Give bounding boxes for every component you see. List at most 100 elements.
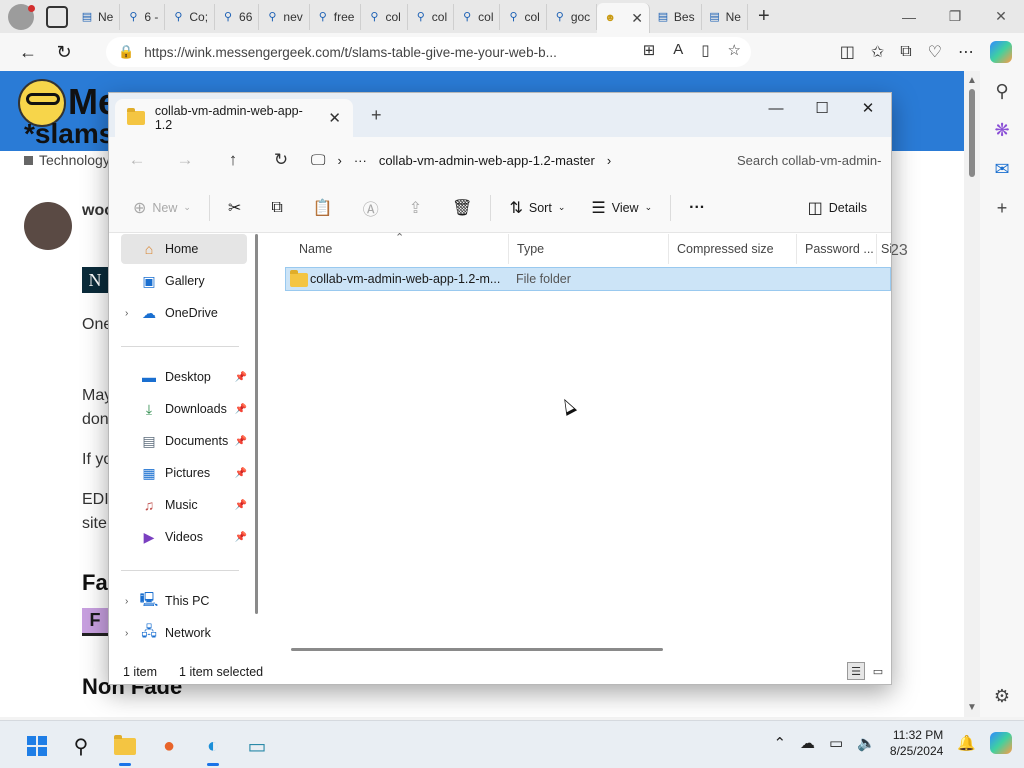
- volume-icon[interactable]: 🔈: [857, 734, 876, 752]
- chevron-up-icon[interactable]: ⌃: [773, 734, 786, 752]
- remote-desktop-icon[interactable]: ▭: [240, 729, 274, 763]
- url-text[interactable]: https://wink.messengergeek.com/t/slams-t…: [144, 45, 557, 60]
- gear-icon[interactable]: ⚙: [994, 686, 1010, 707]
- more-options-button[interactable]: ···: [681, 192, 713, 224]
- breadcrumb-current[interactable]: collab-vm-admin-web-app-1.2-master: [379, 153, 595, 168]
- favorites-icon[interactable]: ✩: [871, 42, 884, 62]
- paste-button[interactable]: 📋: [305, 192, 341, 224]
- chevron-right-icon[interactable]: ›: [125, 596, 128, 607]
- apps-icon[interactable]: ⊞: [643, 41, 656, 59]
- restore-icon[interactable]: ❐: [932, 0, 978, 33]
- share-button[interactable]: ⇪: [401, 192, 430, 224]
- copilot-taskbar-icon[interactable]: [990, 732, 1012, 754]
- nav-item-desktop[interactable]: ▬ Desktop 📌: [121, 362, 247, 392]
- column-header-compressed-size[interactable]: Compressed size: [669, 234, 797, 264]
- nav-item-gallery[interactable]: ▣ Gallery: [121, 266, 247, 296]
- nav-item-this-pc[interactable]: › 🖳 This PC: [121, 586, 247, 616]
- edge-icon[interactable]: ◐: [196, 729, 230, 766]
- browser-tab[interactable]: ⚲ col: [408, 3, 455, 30]
- read-aloud-icon[interactable]: A: [673, 41, 683, 59]
- search-input[interactable]: Search collab-vm-admin-: [727, 143, 891, 177]
- up-arrow-icon[interactable]: ↑: [209, 144, 257, 176]
- horizontal-scrollbar[interactable]: [285, 644, 885, 654]
- monitor-icon[interactable]: 🖵: [311, 152, 325, 169]
- tab-actions-icon[interactable]: [46, 5, 68, 28]
- browser-tab[interactable]: ⚲ free: [310, 3, 362, 30]
- browser-tab[interactable]: ⚲ nev: [259, 3, 310, 30]
- breadcrumb[interactable]: 🖵 › ··· collab-vm-admin-web-app-1.2-mast…: [311, 143, 711, 177]
- file-explorer-icon[interactable]: [108, 729, 142, 766]
- search-icon[interactable]: ⚲: [995, 81, 1008, 102]
- back-arrow-icon[interactable]: ←: [10, 37, 46, 67]
- browser-tab[interactable]: ⚲ 66: [215, 3, 260, 30]
- minimize-icon[interactable]: —: [753, 93, 799, 123]
- refresh-icon[interactable]: ↻: [46, 37, 82, 67]
- nav-item-pictures[interactable]: ▦ Pictures 📌: [121, 458, 247, 488]
- details-pane-button[interactable]: ◫ Details: [800, 192, 875, 224]
- explorer-tab[interactable]: collab-vm-admin-web-app-1.2 ✕: [115, 99, 353, 137]
- search-icon[interactable]: ⚲: [64, 729, 98, 763]
- sort-button[interactable]: ⇅ Sort ⌄: [501, 192, 573, 224]
- close-tab-icon[interactable]: ✕: [328, 109, 341, 127]
- add-icon[interactable]: +: [997, 198, 1008, 219]
- post-title[interactable]: *slams: [24, 118, 114, 150]
- performance-icon[interactable]: ♡: [928, 42, 942, 62]
- breadcrumb-ellipsis[interactable]: ···: [354, 153, 367, 168]
- browser-tab[interactable]: ⚲ goc: [547, 3, 598, 30]
- outlook-icon[interactable]: ✉: [994, 159, 1009, 180]
- scroll-up-icon[interactable]: ▲: [967, 75, 977, 86]
- notification-bell-icon[interactable]: 🔔: [957, 734, 976, 752]
- refresh-icon[interactable]: ↻: [257, 144, 305, 176]
- start-button[interactable]: [20, 729, 54, 763]
- display-icon[interactable]: ▭: [829, 734, 843, 752]
- favorite-star-icon[interactable]: ☆: [728, 41, 741, 59]
- copilot-icon[interactable]: [990, 41, 1012, 63]
- profile-avatar-icon[interactable]: [8, 3, 35, 30]
- nav-item-downloads[interactable]: ⤓ Downloads 📌: [121, 394, 247, 424]
- split-screen-icon[interactable]: ◫: [840, 42, 855, 62]
- cut-button[interactable]: ✂: [220, 192, 249, 224]
- close-icon[interactable]: ✕: [845, 93, 891, 123]
- nav-item-music[interactable]: ♫ Music 📌: [121, 490, 247, 520]
- user-avatar[interactable]: [24, 202, 72, 250]
- browser-tab[interactable]: ⚲ Co;: [165, 3, 216, 30]
- back-arrow-icon[interactable]: ←: [113, 144, 161, 176]
- address-bar[interactable]: 🔒 https://wink.messengergeek.com/t/slams…: [106, 37, 751, 67]
- browser-tab[interactable]: ⚲ col: [454, 3, 501, 30]
- browser-tab[interactable]: ☻ ✕: [597, 3, 650, 33]
- nav-pane-scrollbar[interactable]: [255, 234, 258, 614]
- scrollbar-thumb[interactable]: [291, 648, 663, 651]
- lock-icon[interactable]: 🔒: [118, 44, 134, 60]
- firefox-icon[interactable]: ●: [152, 729, 186, 763]
- nav-item-network[interactable]: › 🖧 Network: [121, 618, 247, 648]
- view-button[interactable]: ☰ View ⌄: [583, 192, 660, 224]
- browser-tab[interactable]: ▤ Ne: [74, 3, 121, 30]
- chevron-right-icon[interactable]: ›: [337, 153, 341, 168]
- row-name[interactable]: collab-vm-admin-web-app-1.2-m...: [310, 272, 500, 286]
- column-header-name[interactable]: Name: [291, 234, 509, 264]
- nav-item-onedrive[interactable]: › ☁ OneDrive: [121, 298, 247, 328]
- new-tab-button[interactable]: +: [758, 5, 770, 28]
- copy-button[interactable]: ⧉: [263, 192, 290, 224]
- new-button[interactable]: ⊕ New ⌄: [125, 192, 199, 224]
- browser-tab[interactable]: ⚲ col: [361, 3, 408, 30]
- network-status-icon[interactable]: ☁: [800, 734, 815, 752]
- tiles-view-icon[interactable]: ▭: [869, 662, 887, 680]
- rename-button[interactable]: Ⓐ: [355, 192, 387, 224]
- nav-item-documents[interactable]: ▤ Documents 📌: [121, 426, 247, 456]
- minimize-icon[interactable]: —: [886, 0, 932, 33]
- new-tab-button[interactable]: +: [371, 105, 382, 126]
- post-category[interactable]: Technology: [24, 152, 110, 168]
- chevron-right-icon[interactable]: ›: [125, 308, 128, 319]
- close-icon[interactable]: ✕: [978, 0, 1024, 33]
- chevron-right-icon[interactable]: ›: [125, 628, 128, 639]
- immersive-reader-icon[interactable]: ▯: [701, 41, 709, 59]
- collections-icon[interactable]: ⧉: [900, 43, 911, 61]
- maximize-icon[interactable]: ☐: [799, 93, 845, 123]
- clock[interactable]: 11:32 PM 8/25/2024: [890, 727, 943, 759]
- details-view-icon[interactable]: ☰: [847, 662, 865, 680]
- browser-tab[interactable]: ▤ Bes: [650, 3, 702, 30]
- column-header-size[interactable]: Si: [877, 234, 891, 264]
- browser-tab[interactable]: ⚲ col: [500, 3, 547, 30]
- scrollbar-thumb[interactable]: [969, 89, 975, 177]
